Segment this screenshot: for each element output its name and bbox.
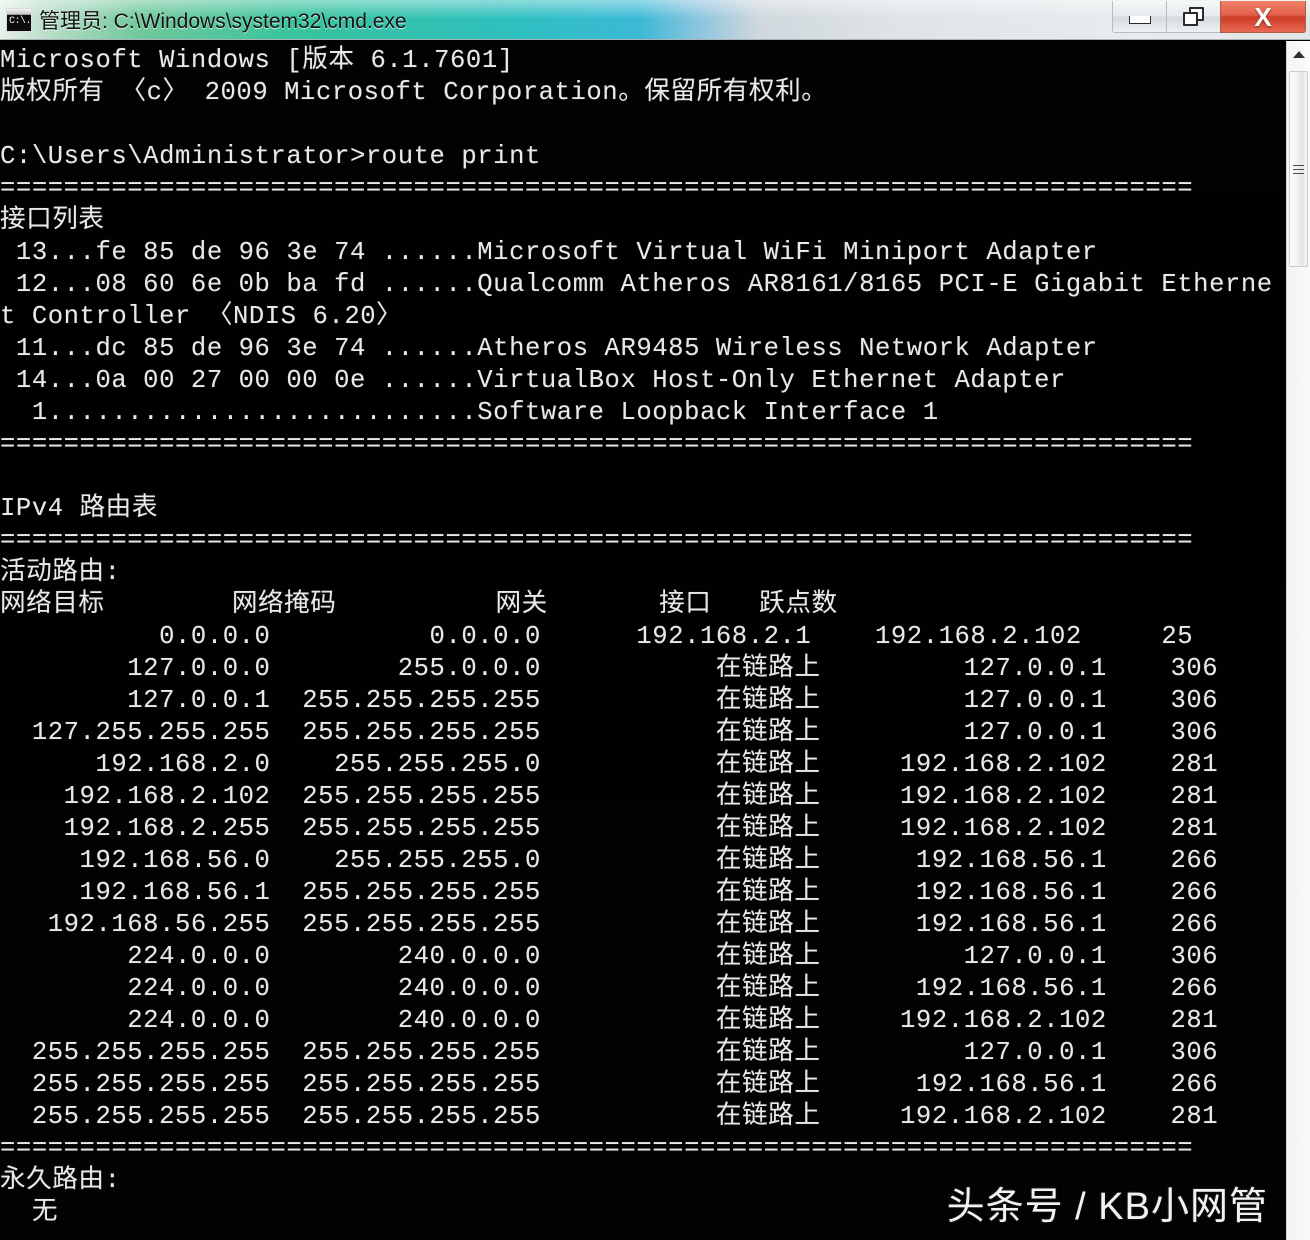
scrollbar-track[interactable]	[1287, 269, 1310, 1240]
cmd-window: C:\. 管理员: C:\Windows\system32\cmd.exe X …	[0, 0, 1310, 1240]
close-icon: X	[1254, 1, 1272, 32]
cmd-icon: C:\.	[6, 8, 32, 32]
scrollbar-thumb[interactable]	[1289, 71, 1308, 267]
restore-icon	[1182, 6, 1205, 27]
title-bar[interactable]: C:\. 管理员: C:\Windows\system32\cmd.exe X	[0, 0, 1310, 40]
cmd-icon-prompt: C:\.	[9, 16, 32, 27]
vertical-scrollbar[interactable]	[1286, 41, 1310, 1240]
scrollbar-grip-icon	[1293, 162, 1304, 177]
minimize-button[interactable]	[1112, 1, 1166, 33]
close-button[interactable]: X	[1220, 1, 1306, 33]
title-bar-left: C:\. 管理员: C:\Windows\system32\cmd.exe	[6, 4, 407, 36]
watermark: 头条号 / KB小网管	[946, 1186, 1268, 1228]
window-controls: X	[1112, 1, 1306, 35]
scroll-up-button[interactable]	[1287, 41, 1310, 67]
window-title: 管理员: C:\Windows\system32\cmd.exe	[39, 10, 407, 33]
cmd-icon-titlebar	[7, 9, 31, 15]
restore-button[interactable]	[1166, 1, 1220, 33]
chevron-up-icon	[1292, 50, 1305, 58]
console-text: Microsoft Windows [版本 6.1.7601] 版权所有 〈c〉…	[0, 46, 1273, 1227]
minimize-icon	[1128, 15, 1151, 24]
console-output-area[interactable]: Microsoft Windows [版本 6.1.7601] 版权所有 〈c〉…	[0, 41, 1286, 1240]
